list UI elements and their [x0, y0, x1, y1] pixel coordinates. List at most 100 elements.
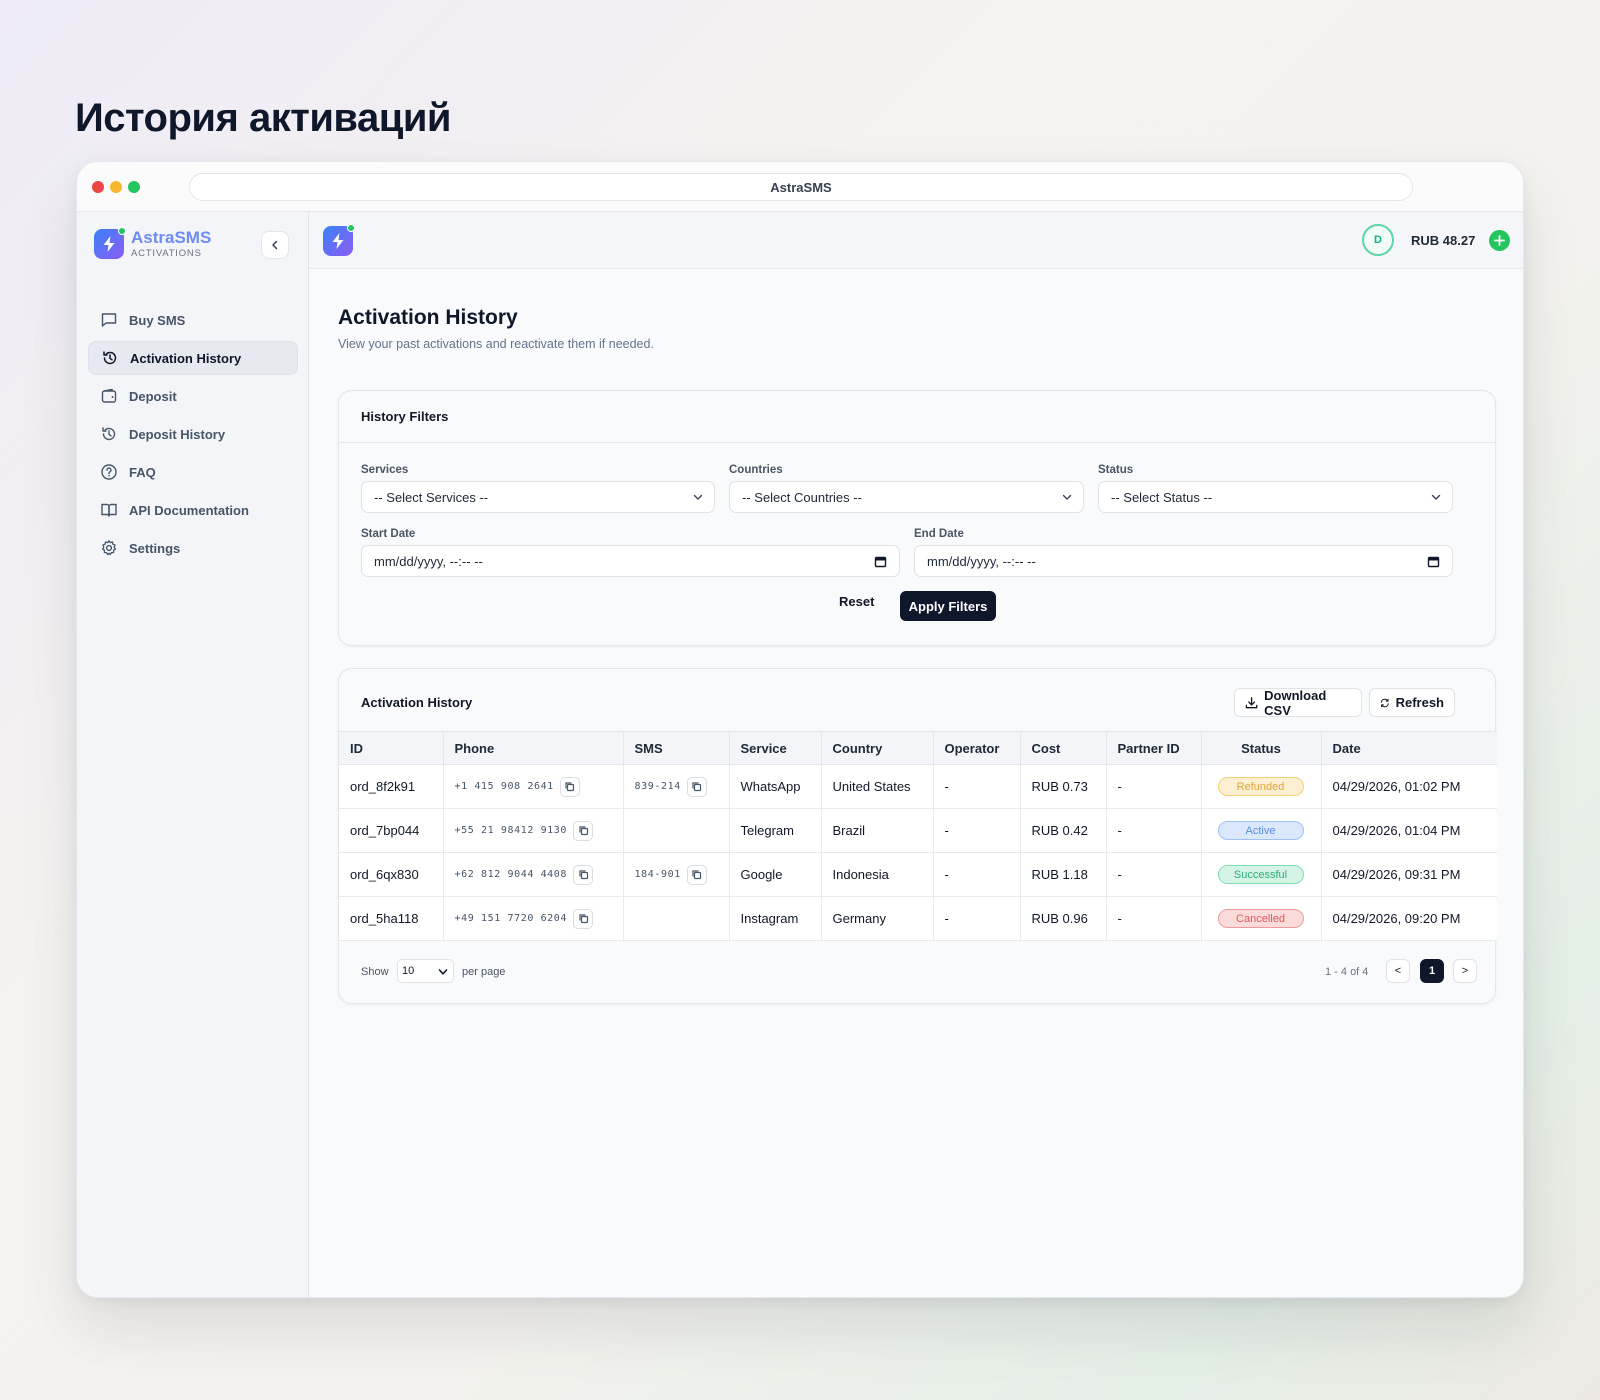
history-filters-card: History Filters Services -- Select Servi…: [338, 390, 1496, 646]
chevron-down-icon: [1062, 494, 1072, 500]
sidebar-item-activation-history[interactable]: Activation History: [88, 341, 298, 375]
status-select-value: -- Select Status --: [1111, 489, 1213, 505]
copy-phone-button[interactable]: [573, 908, 594, 929]
table-row[interactable]: ord_8f2k91 +1 415 908 2641 839-214 WhatsApp…: [339, 764, 1497, 809]
sidebar-item-label: Deposit: [129, 388, 177, 404]
close-window-dot[interactable]: [92, 181, 104, 193]
chevron-down-icon: [1431, 494, 1441, 500]
cell-id: ord_6qx830: [339, 852, 444, 897]
copy-sms-button[interactable]: [686, 776, 707, 797]
refresh-button[interactable]: Refresh: [1369, 688, 1455, 717]
maximize-window-dot[interactable]: [128, 181, 140, 193]
status-badge: Cancelled: [1217, 909, 1304, 928]
column-header-country[interactable]: Country: [821, 731, 934, 765]
per-page-select[interactable]: 10: [397, 959, 454, 983]
sidebar-item-buy-sms[interactable]: Buy SMS: [88, 303, 298, 337]
per-page-value: 10: [402, 965, 415, 977]
download-csv-button[interactable]: Download CSV: [1234, 688, 1362, 718]
copy-sms-button[interactable]: [686, 864, 707, 885]
cell-operator: -: [933, 764, 1021, 809]
countries-select[interactable]: -- Select Countries --: [729, 481, 1084, 513]
column-header-operator[interactable]: Operator: [933, 731, 1021, 765]
window-titlebar: AstraSMS: [77, 162, 1523, 212]
sidebar-item-label: Deposit History: [129, 426, 226, 442]
next-page-button[interactable]: >: [1453, 959, 1477, 983]
cell-cost: RUB 0.42: [1020, 808, 1107, 853]
cell-service: Telegram: [729, 808, 822, 853]
cell-partner-id: -: [1106, 852, 1202, 897]
sidebar-item-deposit-history[interactable]: Deposit History: [88, 417, 298, 451]
previous-page-button[interactable]: <: [1386, 959, 1410, 983]
browser-window: AstraSMS AstraSMS ACTIVATIONS Buy SMS Ac…: [76, 161, 1524, 1298]
pagination-bar: Show 10 per page 1 - 4 of 4 < 1 >: [339, 951, 1497, 1003]
refresh-label: Refresh: [1395, 695, 1444, 710]
column-header-date[interactable]: Date: [1321, 731, 1497, 765]
services-select[interactable]: -- Select Services --: [361, 481, 715, 513]
column-header-sms[interactable]: SMS: [623, 731, 730, 765]
copy-icon: [578, 914, 588, 924]
balance-amount: RUB 48.27: [1411, 233, 1476, 248]
pagination-range: 1 - 4 of 4: [1325, 966, 1369, 978]
copy-phone-button[interactable]: [559, 776, 580, 797]
cell-sms: 839-214: [623, 764, 730, 809]
sidebar-item-settings[interactable]: Settings: [88, 531, 298, 565]
filters-title: History Filters: [339, 391, 1495, 443]
copy-icon: [692, 870, 702, 880]
sidebar-item-label: Activation History: [130, 350, 242, 366]
cell-service: Google: [729, 852, 822, 897]
cell-service: Instagram: [729, 896, 822, 941]
brand[interactable]: AstraSMS ACTIVATIONS: [94, 227, 211, 259]
column-header-id[interactable]: ID: [339, 731, 444, 765]
app-shell: AstraSMS ACTIVATIONS Buy SMS Activation …: [77, 212, 1523, 1297]
message-square-icon: [99, 310, 119, 330]
cell-date: 04/29/2026, 01:02 PM: [1321, 764, 1497, 809]
copy-phone-button[interactable]: [573, 864, 594, 885]
refresh-icon: [1380, 698, 1389, 707]
end-date-input[interactable]: mm/dd/yyyy, --:-- --: [914, 545, 1453, 577]
copy-phone-button[interactable]: [573, 820, 594, 841]
collapse-sidebar-button[interactable]: [261, 231, 289, 259]
activation-history-table: ID Phone SMS Service Country Operator Co…: [339, 731, 1497, 941]
phone-number: +49 151 7720 6204: [454, 913, 568, 924]
avatar[interactable]: D: [1362, 224, 1394, 256]
address-bar[interactable]: AstraSMS: [189, 173, 1413, 201]
cell-date: 04/29/2026, 09:31 PM: [1321, 852, 1497, 897]
cell-date: 04/29/2026, 09:20 PM: [1321, 896, 1497, 941]
phone-number: +1 415 908 2641: [454, 781, 554, 792]
sidebar-item-faq[interactable]: FAQ: [88, 455, 298, 489]
page-1-button[interactable]: 1: [1420, 959, 1444, 983]
cell-partner-id: -: [1106, 896, 1202, 941]
column-header-cost[interactable]: Cost: [1020, 731, 1107, 765]
cell-date: 04/29/2026, 01:04 PM: [1321, 808, 1497, 853]
reset-button[interactable]: Reset: [839, 594, 874, 609]
show-label: Show: [361, 966, 389, 978]
download-icon: [1245, 696, 1258, 708]
activation-history-card: Activation History Download CSV Refresh: [338, 668, 1497, 1004]
top-bar: D RUB 48.27: [309, 212, 1523, 269]
table-row[interactable]: ord_6qx830 +62 812 9044 4408 184-901 Google…: [339, 852, 1497, 897]
cell-service: WhatsApp: [729, 764, 822, 809]
minimize-window-dot[interactable]: [110, 181, 122, 193]
apply-filters-button[interactable]: Apply Filters: [900, 591, 996, 621]
lightning-logo-icon: [94, 227, 126, 259]
copy-icon: [565, 782, 575, 792]
column-header-status[interactable]: Status: [1201, 731, 1322, 765]
sidebar-nav: Buy SMS Activation History Deposit Depos…: [88, 303, 298, 569]
content: Activation History View your past activa…: [338, 306, 1497, 1004]
cell-sms: [623, 896, 730, 941]
cell-sms: [623, 808, 730, 853]
start-date-value: mm/dd/yyyy, --:-- --: [374, 553, 483, 569]
column-header-service[interactable]: Service: [729, 731, 822, 765]
sidebar-item-api-documentation[interactable]: API Documentation: [88, 493, 298, 527]
page-title: Activation History: [338, 306, 518, 329]
add-funds-button[interactable]: [1489, 230, 1510, 251]
table-row[interactable]: ord_5ha118 +49 151 7720 6204 Instagram Germ…: [339, 896, 1497, 941]
status-select[interactable]: -- Select Status --: [1098, 481, 1453, 513]
start-date-input[interactable]: mm/dd/yyyy, --:-- --: [361, 545, 900, 577]
sidebar-item-deposit[interactable]: Deposit: [88, 379, 298, 413]
column-header-partner-id[interactable]: Partner ID: [1106, 731, 1202, 765]
column-header-phone[interactable]: Phone: [443, 731, 624, 765]
table-row[interactable]: ord_7bp044 +55 21 98412 9130 Telegram Brazi…: [339, 808, 1497, 853]
lightning-logo-icon[interactable]: [323, 224, 355, 256]
online-indicator: [347, 224, 355, 232]
